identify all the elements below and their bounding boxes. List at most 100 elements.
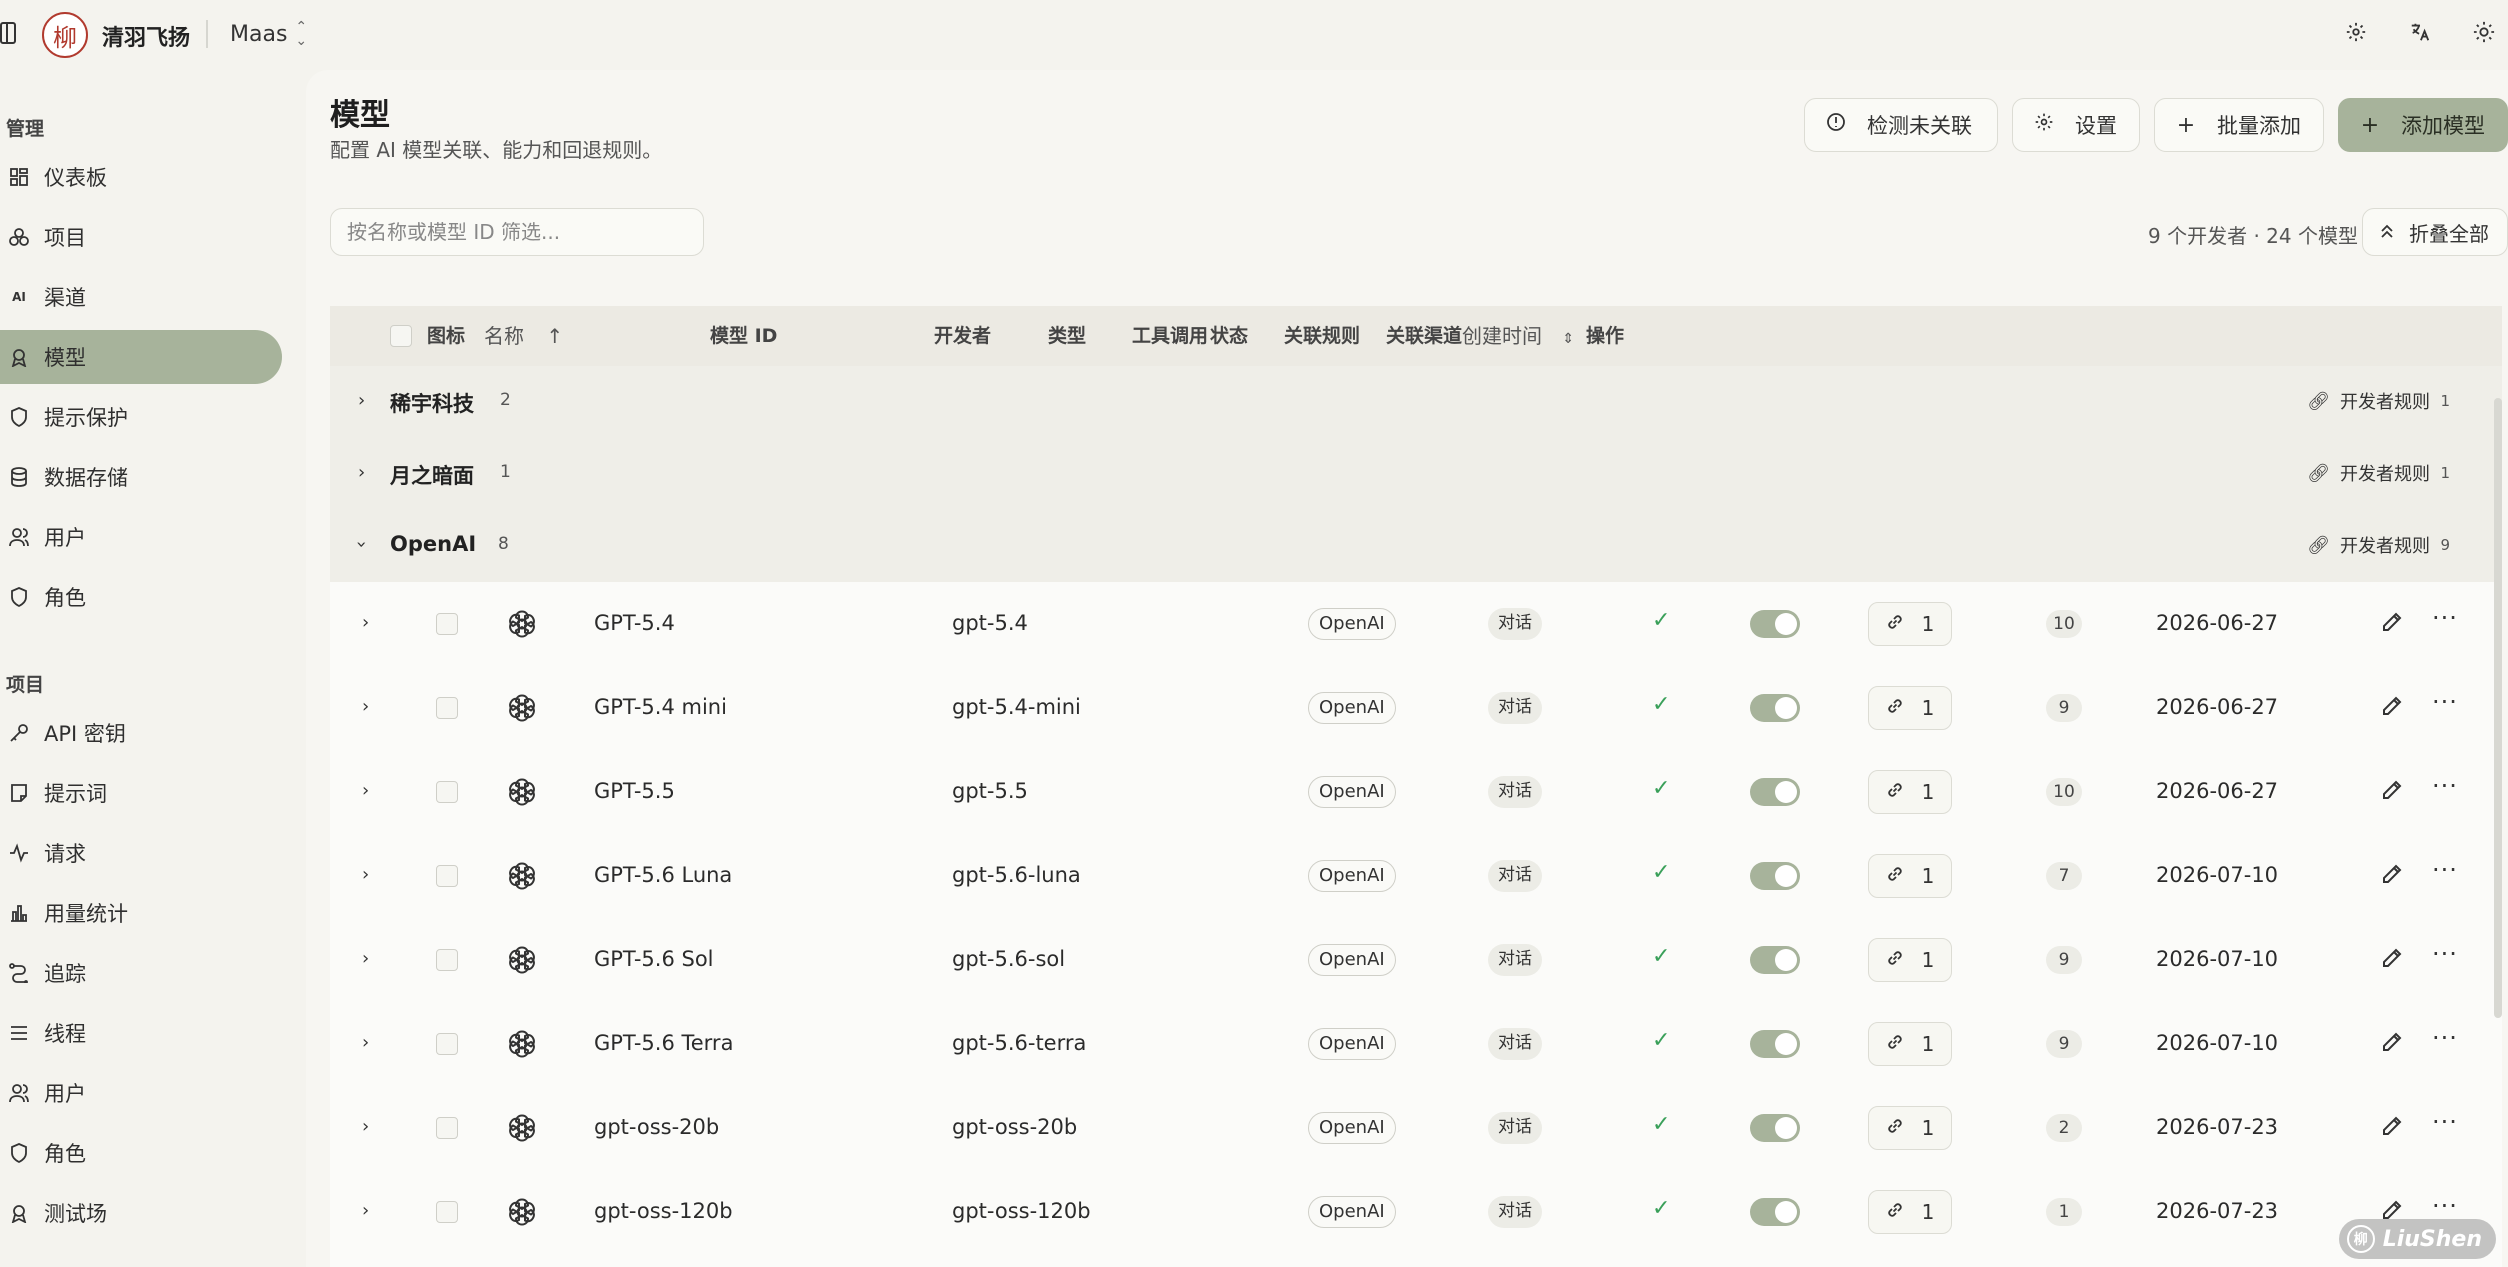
sidebar-item-roles[interactable]: 角色 bbox=[0, 570, 282, 624]
sidebar-item-channels[interactable]: AI 渠道 bbox=[0, 270, 282, 324]
sidebar-item-prompt-guard[interactable]: 提示保护 bbox=[0, 390, 282, 444]
more-options-icon[interactable]: ··· bbox=[2432, 1192, 2458, 1220]
chevron-down-icon[interactable]: › bbox=[351, 541, 372, 548]
more-options-icon[interactable]: ··· bbox=[2432, 856, 2458, 884]
gear-icon[interactable] bbox=[2342, 18, 2370, 46]
sidebar-toggle-icon[interactable] bbox=[0, 22, 16, 44]
more-options-icon[interactable]: ··· bbox=[2432, 940, 2458, 968]
more-options-icon[interactable]: ··· bbox=[2432, 604, 2458, 632]
table-row[interactable]: › gpt-oss-120b gpt-oss-120b OpenAI 对话 ✓ … bbox=[330, 1170, 2502, 1254]
project-switcher[interactable]: Maas ⌃ ⌄ bbox=[230, 20, 307, 48]
developer-group[interactable]: › OpenAI 8 🔗︎ 开发者规则 9 bbox=[330, 510, 2502, 582]
edit-icon[interactable] bbox=[2380, 610, 2404, 634]
status-toggle[interactable] bbox=[1750, 1030, 1800, 1058]
linked-rules-button[interactable]: 1 bbox=[1868, 1190, 1952, 1234]
group-count: 2 bbox=[500, 390, 511, 410]
more-options-icon[interactable]: ··· bbox=[2432, 1108, 2458, 1136]
chevron-right-icon[interactable]: › bbox=[362, 696, 369, 717]
chevron-right-icon[interactable]: › bbox=[362, 948, 369, 969]
more-options-icon[interactable]: ··· bbox=[2432, 772, 2458, 800]
filter-input[interactable] bbox=[330, 208, 704, 256]
sidebar-item-project-roles[interactable]: 角色 bbox=[0, 1126, 282, 1180]
chevron-right-icon[interactable]: › bbox=[358, 390, 365, 411]
table-row[interactable]: › GPT-5.4 gpt-5.4 OpenAI 对话 ✓ 1 10 2026-… bbox=[330, 582, 2502, 666]
detect-unlinked-button[interactable]: 检测未关联 bbox=[1804, 98, 1998, 152]
model-name: gpt-oss-120b bbox=[594, 1199, 733, 1223]
sidebar-item-users[interactable]: 用户 bbox=[0, 510, 282, 564]
row-checkbox[interactable] bbox=[436, 865, 458, 887]
more-options-icon[interactable]: ··· bbox=[2432, 688, 2458, 716]
select-all-checkbox[interactable] bbox=[390, 325, 412, 347]
edit-icon[interactable] bbox=[2380, 862, 2404, 886]
row-checkbox[interactable] bbox=[436, 1201, 458, 1223]
sidebar-item-api-keys[interactable]: API 密钥 bbox=[0, 706, 282, 760]
row-checkbox[interactable] bbox=[436, 613, 458, 635]
scrollbar[interactable] bbox=[2494, 398, 2502, 1018]
chevron-right-icon[interactable]: › bbox=[362, 1200, 369, 1221]
linked-rules-button[interactable]: 1 bbox=[1868, 686, 1952, 730]
edit-icon[interactable] bbox=[2380, 694, 2404, 718]
sidebar-item-usage[interactable]: 用量统计 bbox=[0, 886, 282, 940]
table-row[interactable]: › GPT-5.4 mini gpt-5.4-mini OpenAI 对话 ✓ … bbox=[330, 666, 2502, 750]
edit-icon[interactable] bbox=[2380, 1114, 2404, 1138]
more-options-icon[interactable]: ··· bbox=[2432, 1024, 2458, 1052]
col-name[interactable]: 名称 ↑ bbox=[484, 306, 563, 366]
chevron-right-icon[interactable]: › bbox=[362, 864, 369, 885]
status-toggle[interactable] bbox=[1750, 694, 1800, 722]
linked-rules-button[interactable]: 1 bbox=[1868, 1106, 1952, 1150]
chevron-right-icon[interactable]: › bbox=[362, 1032, 369, 1053]
row-checkbox[interactable] bbox=[436, 1033, 458, 1055]
settings-button[interactable]: 设置 bbox=[2012, 98, 2140, 152]
batch-add-button[interactable]: + 批量添加 bbox=[2154, 98, 2324, 152]
linked-rules-button[interactable]: 1 bbox=[1868, 938, 1952, 982]
sidebar-item-dashboard[interactable]: 仪表板 bbox=[0, 150, 282, 204]
developer-rule-link[interactable]: 🔗︎ 开发者规则 bbox=[2307, 388, 2430, 414]
row-checkbox[interactable] bbox=[436, 697, 458, 719]
table-row[interactable]: › GPT-5.6 Sol gpt-5.6-sol OpenAI 对话 ✓ 1 … bbox=[330, 918, 2502, 1002]
status-toggle[interactable] bbox=[1750, 862, 1800, 890]
sidebar-item-project-users[interactable]: 用户 bbox=[0, 1066, 282, 1120]
row-checkbox[interactable] bbox=[436, 781, 458, 803]
status-toggle[interactable] bbox=[1750, 946, 1800, 974]
sidebar-item-tracing[interactable]: 追踪 bbox=[0, 946, 282, 1000]
linked-rules-button[interactable]: 1 bbox=[1868, 854, 1952, 898]
table-row[interactable]: › GPT-5.5 gpt-5.5 OpenAI 对话 ✓ 1 10 2026-… bbox=[330, 750, 2502, 834]
table-row[interactable]: › gpt-oss-20b gpt-oss-20b OpenAI 对话 ✓ 1 … bbox=[330, 1086, 2502, 1170]
table-row[interactable]: › GPT-5.6 Terra gpt-5.6-terra OpenAI 对话 … bbox=[330, 1002, 2502, 1086]
sidebar-item-requests[interactable]: 请求 bbox=[0, 826, 282, 880]
developer-group[interactable]: › 稀宇科技 2 🔗︎ 开发者规则 1 bbox=[330, 366, 2502, 438]
developer-rule-link[interactable]: 🔗︎ 开发者规则 bbox=[2307, 532, 2430, 558]
chevron-right-icon[interactable]: › bbox=[362, 612, 369, 633]
row-checkbox[interactable] bbox=[436, 1117, 458, 1139]
chevron-right-icon[interactable]: › bbox=[358, 462, 365, 483]
sidebar-item-models[interactable]: 模型 bbox=[0, 330, 282, 384]
developer-rule-link[interactable]: 🔗︎ 开发者规则 bbox=[2307, 460, 2430, 486]
chevron-right-icon[interactable]: › bbox=[362, 1116, 369, 1137]
status-toggle[interactable] bbox=[1750, 1198, 1800, 1226]
linked-rules-button[interactable]: 1 bbox=[1868, 1022, 1952, 1066]
add-model-button[interactable]: + 添加模型 bbox=[2338, 98, 2508, 152]
status-toggle[interactable] bbox=[1750, 778, 1800, 806]
org-name[interactable]: 清羽飞扬 bbox=[102, 20, 190, 52]
sidebar-item-projects[interactable]: 项目 bbox=[0, 210, 282, 264]
table-row[interactable]: › GPT-5.6 Luna gpt-5.6-luna OpenAI 对话 ✓ … bbox=[330, 834, 2502, 918]
sun-icon[interactable] bbox=[2470, 18, 2498, 46]
col-created[interactable]: 创建时间 ⇕ bbox=[1462, 306, 1574, 366]
sidebar-item-prompts[interactable]: 提示词 bbox=[0, 766, 282, 820]
sidebar-item-threads[interactable]: 线程 bbox=[0, 1006, 282, 1060]
chevron-right-icon[interactable]: › bbox=[362, 780, 369, 801]
edit-icon[interactable] bbox=[2380, 1030, 2404, 1054]
collapse-all-button[interactable]: 折叠全部 bbox=[2362, 208, 2508, 256]
row-checkbox[interactable] bbox=[436, 949, 458, 971]
translate-icon[interactable] bbox=[2406, 18, 2434, 46]
sidebar-item-data-storage[interactable]: 数据存储 bbox=[0, 450, 282, 504]
linked-rules-button[interactable]: 1 bbox=[1868, 770, 1952, 814]
status-toggle[interactable] bbox=[1750, 1114, 1800, 1142]
org-logo[interactable]: 柳 bbox=[42, 12, 88, 58]
edit-icon[interactable] bbox=[2380, 946, 2404, 970]
edit-icon[interactable] bbox=[2380, 778, 2404, 802]
sidebar-item-playground[interactable]: 测试场 bbox=[0, 1186, 282, 1240]
status-toggle[interactable] bbox=[1750, 610, 1800, 638]
linked-rules-button[interactable]: 1 bbox=[1868, 602, 1952, 646]
developer-group[interactable]: › 月之暗面 1 🔗︎ 开发者规则 1 bbox=[330, 438, 2502, 510]
